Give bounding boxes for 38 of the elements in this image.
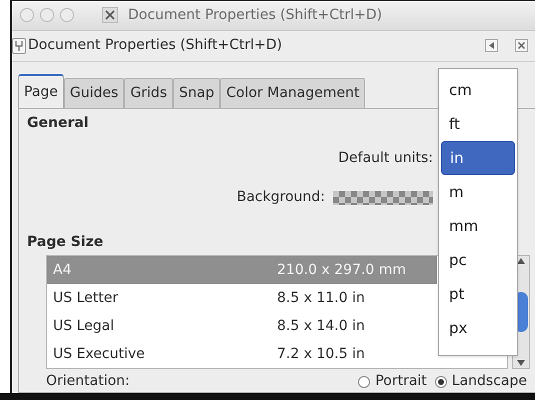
tab[interactable]: Guides — [64, 78, 124, 108]
table-cell-text: US Legal — [53, 316, 116, 336]
close-icon[interactable] — [515, 39, 528, 52]
menu-item[interactable]: ft — [441, 107, 515, 141]
background-swatch[interactable] — [333, 190, 433, 204]
scroll-up-icon[interactable] — [517, 258, 525, 264]
menu-item[interactable]: m — [441, 175, 515, 209]
table-cell-text: 7.2 x 10.5 in — [277, 344, 365, 364]
field-label: Default units: — [338, 149, 433, 168]
table-cell-text: 8.5 x 14.0 in — [277, 316, 365, 336]
radio-icon[interactable] — [358, 376, 370, 388]
collapse-icon[interactable] — [485, 39, 498, 52]
menu-item[interactable]: px — [441, 311, 515, 345]
window-title: Document Properties (Shift+Ctrl+D) — [128, 6, 382, 25]
table-cell-text: 8.5 x 11.0 in — [277, 288, 365, 308]
radio-option[interactable]: Portrait — [358, 371, 427, 392]
x-app-icon — [102, 7, 118, 24]
table-cell-text: A4 — [53, 260, 72, 280]
table-cell-text: 210.0 x 297.0 mm — [277, 260, 406, 280]
table-cell-text: US Executive — [53, 344, 146, 364]
tab[interactable]: Snap — [173, 78, 220, 108]
menu-item[interactable]: pt — [441, 277, 515, 311]
tab[interactable]: Color Management — [220, 78, 366, 108]
menu-item[interactable]: pc — [441, 243, 515, 277]
tab[interactable]: Page — [18, 74, 64, 108]
menu-item[interactable]: mm — [441, 209, 515, 243]
radio-option[interactable]: Landscape — [434, 371, 527, 392]
table-cell-text: US Letter — [53, 288, 120, 308]
menu-item[interactable]: cm — [441, 73, 515, 107]
tab[interactable]: Grids — [124, 78, 173, 108]
radio-icon[interactable] — [434, 376, 447, 388]
scroll-down-icon[interactable] — [517, 360, 525, 366]
section-heading: Page Size — [27, 233, 104, 252]
menu-item[interactable]: in — [441, 141, 515, 175]
panel-title: Document Properties (Shift+Ctrl+D) — [28, 36, 282, 56]
field-label: Background: — [236, 188, 325, 207]
section-heading: General — [27, 114, 89, 133]
field-label: Orientation: — [46, 372, 131, 391]
